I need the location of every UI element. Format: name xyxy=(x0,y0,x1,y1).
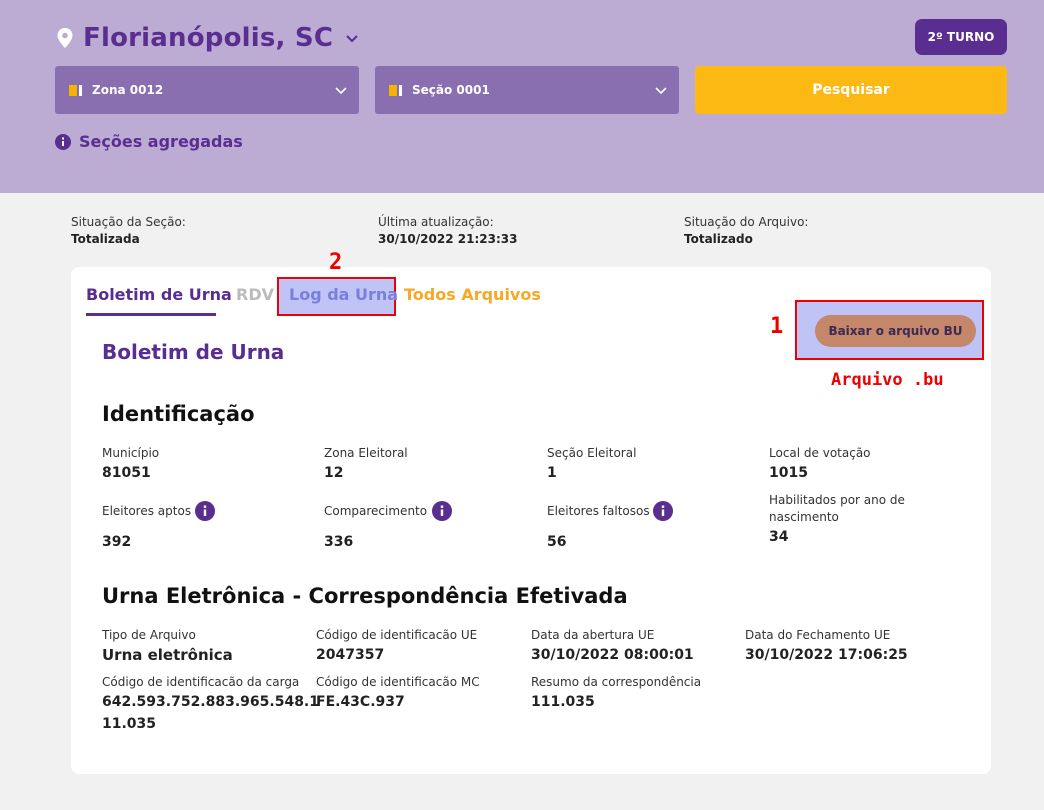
codigo-carga-value-line-1: 642.593.752.883.965.548.1 xyxy=(102,694,319,710)
chevron-down-icon xyxy=(655,87,667,95)
codigo-ue-value: 2047357 xyxy=(316,647,385,663)
aggregated-sections-link[interactable]: Seções agregadas xyxy=(55,132,243,151)
habilitados-value: 34 xyxy=(769,529,789,545)
info-icon xyxy=(55,133,71,150)
secao-status: Situação da Seção: Totalizada xyxy=(71,214,186,248)
tab-log-da-urna[interactable]: Log da Urna xyxy=(289,285,398,304)
update-status-value: 30/10/2022 21:23:33 xyxy=(378,232,518,246)
secao-status-label: Situação da Seção: xyxy=(71,215,186,229)
municipio-label: Município xyxy=(102,446,160,460)
section-title: Boletim de Urna xyxy=(102,340,285,364)
habilitados-label: Habilitados por ano de nascimento xyxy=(769,492,905,526)
location-title: Florianópolis, SC xyxy=(83,23,334,53)
comparecimento-label: Comparecimento xyxy=(324,504,428,518)
codigo-mc-label: Código de identificacão MC xyxy=(316,675,480,689)
flag-icon xyxy=(69,84,82,96)
active-tab-indicator xyxy=(86,313,216,316)
info-icon[interactable] xyxy=(653,501,673,521)
identificacao-title: Identificação xyxy=(102,402,255,426)
local-votacao-label: Local de votação xyxy=(769,446,871,460)
data-abertura-value: 30/10/2022 08:00:01 xyxy=(531,647,694,663)
habilitados-label-line-1: Habilitados por ano de xyxy=(769,493,905,507)
zona-eleitoral-label: Zona Eleitoral xyxy=(324,446,408,460)
update-status: Última atualização: 30/10/2022 21:23:33 xyxy=(378,214,517,248)
tipo-arquivo-value: Urna eletrônica xyxy=(102,646,233,664)
secao-select-value: Seção 0001 xyxy=(412,83,490,97)
secao-status-value: Totalizada xyxy=(71,232,140,246)
flag-icon xyxy=(389,84,402,96)
chevron-down-icon xyxy=(335,87,347,95)
codigo-carga-label: Código de identificacão da carga xyxy=(102,675,300,689)
codigo-carga-value: 642.593.752.883.965.548.1 11.035 xyxy=(102,691,319,735)
secao-select[interactable]: Seção 0001 xyxy=(375,66,679,114)
zona-eleitoral-value: 12 xyxy=(324,465,344,481)
zona-select[interactable]: Zona 0012 xyxy=(55,66,359,114)
local-votacao-value: 1015 xyxy=(769,465,808,481)
arquivo-status-label: Situação do Arquivo: xyxy=(684,215,809,229)
search-button[interactable]: Pesquisar xyxy=(695,66,1007,114)
annotation-file-label: Arquivo .bu xyxy=(831,370,944,390)
urna-eletronica-title: Urna Eletrônica - Correspondência Efetiv… xyxy=(102,584,628,608)
municipio-value: 81051 xyxy=(102,465,151,481)
chevron-down-icon xyxy=(346,35,358,43)
annotation-number-1: 1 xyxy=(770,314,784,339)
download-bu-button[interactable]: Baixar o arquivo BU xyxy=(815,315,976,347)
codigo-mc-value: FE.43C.937 xyxy=(316,694,405,710)
location-pin-icon xyxy=(57,28,73,48)
update-status-label: Última atualização: xyxy=(378,215,494,229)
annotation-number-2: 2 xyxy=(329,250,343,275)
eleitores-faltosos-label: Eleitores faltosos xyxy=(547,504,650,518)
resumo-label: Resumo da correspondência xyxy=(531,675,702,689)
turno-button[interactable]: 2º TURNO xyxy=(915,19,1007,55)
tab-boletim-de-urna[interactable]: Boletim de Urna xyxy=(86,285,232,304)
comparecimento-value: 336 xyxy=(324,534,354,550)
data-fechamento-label: Data do Fechamento UE xyxy=(745,628,891,642)
zona-select-value: Zona 0012 xyxy=(92,83,164,97)
aggregated-sections-label: Seções agregadas xyxy=(79,132,243,151)
resumo-value: 111.035 xyxy=(531,694,595,710)
arquivo-status-value: Totalizado xyxy=(684,232,753,246)
eleitores-faltosos-value: 56 xyxy=(547,534,567,550)
eleitores-aptos-label: Eleitores aptos xyxy=(102,504,192,518)
info-icon[interactable] xyxy=(195,501,215,521)
codigo-carga-value-line-2: 11.035 xyxy=(102,716,157,732)
codigo-ue-label: Código de identificacão UE xyxy=(316,628,478,642)
secao-eleitoral-value: 1 xyxy=(547,465,557,481)
tipo-arquivo-label: Tipo de Arquivo xyxy=(102,628,196,642)
tab-todos-arquivos[interactable]: Todos Arquivos xyxy=(404,285,541,304)
data-abertura-label: Data da abertura UE xyxy=(531,628,655,642)
info-icon[interactable] xyxy=(432,501,452,521)
habilitados-label-line-2: nascimento xyxy=(769,510,839,524)
data-fechamento-value: 30/10/2022 17:06:25 xyxy=(745,647,908,663)
arquivo-status: Situação do Arquivo: Totalizado xyxy=(684,214,808,248)
secao-eleitoral-label: Seção Eleitoral xyxy=(547,446,637,460)
location-selector[interactable]: Florianópolis, SC xyxy=(55,20,359,56)
eleitores-aptos-value: 392 xyxy=(102,534,132,550)
tab-rdv[interactable]: RDV xyxy=(236,285,274,304)
